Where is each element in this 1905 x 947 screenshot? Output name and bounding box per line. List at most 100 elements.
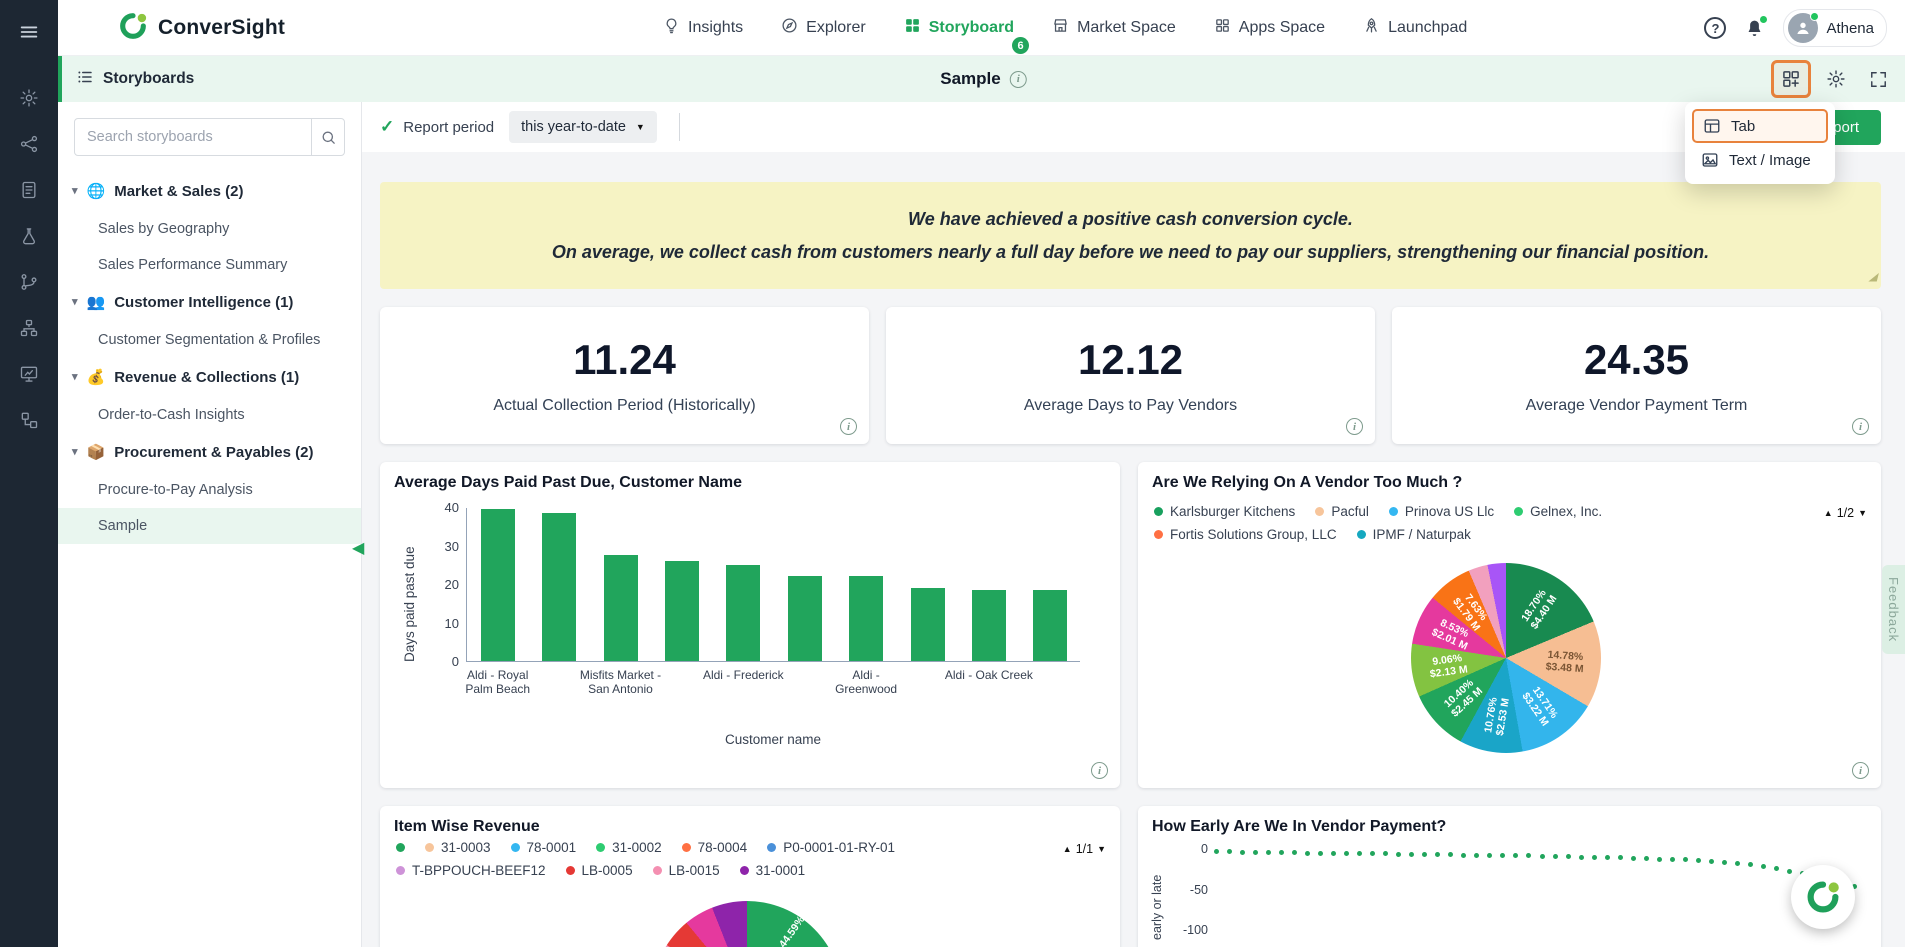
data-point xyxy=(1761,864,1766,869)
legend-color-dot xyxy=(682,843,691,852)
legend-item-t-bppouch-beef12[interactable]: T-BPPOUCH-BEEF12 xyxy=(396,863,546,878)
legend-item-fortis-solutions-group-llc[interactable]: Fortis Solutions Group, LLC xyxy=(1154,527,1337,542)
chart-title: Are We Relying On A Vendor Too Much ? xyxy=(1152,474,1462,492)
storyboard-settings-icon[interactable] xyxy=(1819,62,1853,96)
legend-item-p0-0001-01-ry-01[interactable]: P0-0001-01-RY-01 xyxy=(767,840,895,855)
info-icon[interactable]: i xyxy=(840,418,857,435)
legend-item-gelnex-inc[interactable]: Gelnex, Inc. xyxy=(1514,504,1602,519)
nav-item-insights[interactable]: Insights xyxy=(663,17,743,39)
info-icon[interactable]: i xyxy=(1852,762,1869,779)
notification-dot xyxy=(1760,16,1767,23)
group-icon: 💰 xyxy=(87,370,106,385)
kpi-value: 12.12 xyxy=(1078,336,1183,384)
help-icon[interactable]: ? xyxy=(1704,17,1726,39)
legend-item-karlsburger-kitchens[interactable]: Karlsburger Kitchens xyxy=(1154,504,1295,519)
nav-item-launchpad[interactable]: Launchpad xyxy=(1363,17,1467,39)
legend-item-lb-0015[interactable]: LB-0015 xyxy=(653,863,720,878)
nav-item-market-space[interactable]: Market Space xyxy=(1052,17,1176,39)
nav-item-label: Insights xyxy=(688,19,743,37)
info-icon[interactable]: i xyxy=(1091,762,1108,779)
sidebar-item-sample[interactable]: Sample xyxy=(58,508,361,544)
insight-banner: We have achieved a positive cash convers… xyxy=(380,182,1881,289)
athena-chat-bubble[interactable] xyxy=(1791,865,1855,929)
feedback-tab[interactable]: Feedback xyxy=(1882,565,1905,654)
pipeline-branch-icon[interactable] xyxy=(9,262,49,302)
data-point xyxy=(1214,849,1219,854)
info-icon[interactable]: i xyxy=(1852,418,1869,435)
menu-item-text-image[interactable]: Text / Image xyxy=(1692,143,1828,177)
data-point xyxy=(1735,861,1740,866)
y-axis-label: Days paid past due xyxy=(402,508,417,662)
sidebar-item-sales-performance-summary[interactable]: Sales Performance Summary xyxy=(58,247,361,283)
legend-item-78-0004[interactable]: 78-0004 xyxy=(682,840,748,855)
sitemap-icon[interactable] xyxy=(9,308,49,348)
storyboard-group-market-sales-2[interactable]: ▾🌐Market & Sales (2) xyxy=(58,172,361,211)
legend-prev-arrow[interactable]: ▲ xyxy=(1824,508,1833,518)
report-doc-icon[interactable] xyxy=(9,170,49,210)
vendor-pie-chart[interactable]: 18.70%$4.40 M14.78%$3.48 M13.71%$3.22 M1… xyxy=(1411,563,1601,753)
lab-flask-icon[interactable] xyxy=(9,216,49,256)
divider xyxy=(679,113,680,141)
legend-item-31-0002[interactable]: 31-0002 xyxy=(596,840,662,855)
bar-chart-card: Average Days Paid Past Due, Customer Nam… xyxy=(380,462,1120,788)
legend-item-lb-0005[interactable]: LB-0005 xyxy=(566,863,633,878)
legend-item-prinova-us-llc[interactable]: Prinova US Llc xyxy=(1389,504,1494,519)
notifications-bell-icon[interactable] xyxy=(1744,18,1765,39)
search-input[interactable] xyxy=(74,118,345,156)
bar xyxy=(726,565,760,661)
legend-next-arrow[interactable]: ▼ xyxy=(1858,508,1867,518)
search-icon[interactable] xyxy=(311,118,345,156)
fullscreen-expand-icon[interactable] xyxy=(1861,62,1895,96)
y-tick-label: 0 xyxy=(452,654,459,669)
scatter-plot: 0-50-100 xyxy=(1152,806,1867,947)
legend-item-ipmf-naturpak[interactable]: IPMF / Naturpak xyxy=(1357,527,1471,542)
data-point xyxy=(1526,853,1531,858)
legend-row: Fortis Solutions Group, LLC IPMF / Naturp… xyxy=(1154,527,1807,542)
legend-next-arrow[interactable]: ▼ xyxy=(1097,844,1106,854)
nav-item-explorer[interactable]: Explorer xyxy=(781,17,866,39)
hierarchy-icon[interactable] xyxy=(9,400,49,440)
conversight-logo[interactable]: ConverSight xyxy=(118,0,285,56)
legend-item-31-0001[interactable]: 31-0001 xyxy=(740,863,806,878)
storyboards-breadcrumb[interactable]: Storyboards xyxy=(76,56,194,102)
data-point xyxy=(1683,857,1688,862)
nav-item-storyboard[interactable]: Storyboard6 xyxy=(904,17,1014,39)
sidebar-item-procure-to-pay-analysis[interactable]: Procure-to-Pay Analysis xyxy=(58,472,361,508)
nav-item-apps-space[interactable]: Apps Space xyxy=(1214,17,1325,39)
legend-label: 78-0004 xyxy=(698,840,748,855)
storyboard-group-revenue-collections-1[interactable]: ▾💰Revenue & Collections (1) xyxy=(58,358,361,397)
kpi-label: Average Days to Pay Vendors xyxy=(1024,397,1237,415)
data-point xyxy=(1422,852,1427,857)
report-period-checkbox[interactable]: ✓ xyxy=(380,117,394,137)
item-pie-chart[interactable]: 44.59% xyxy=(652,901,842,947)
settings-icon[interactable] xyxy=(9,78,49,118)
legend-item-pacful[interactable]: Pacful xyxy=(1315,504,1369,519)
share-nodes-icon[interactable] xyxy=(9,124,49,164)
legend-item-78-0001[interactable]: 78-0001 xyxy=(511,840,577,855)
info-icon[interactable]: i xyxy=(1346,418,1363,435)
monitor-chart-icon[interactable] xyxy=(9,354,49,394)
resize-handle-icon[interactable]: ◢ xyxy=(1869,269,1877,287)
charts-row-1: Average Days Paid Past Due, Customer Nam… xyxy=(380,462,1881,788)
period-dropdown[interactable]: this year-to-date ▼ xyxy=(509,111,657,143)
sidebar-item-order-to-cash-insights[interactable]: Order-to-Cash Insights xyxy=(58,397,361,433)
kpi-value: 11.24 xyxy=(573,336,676,384)
sidebar-collapse-arrow[interactable]: ◀ xyxy=(352,538,364,558)
sidebar-item-customer-segmentation-profiles[interactable]: Customer Segmentation & Profiles xyxy=(58,322,361,358)
data-point xyxy=(1540,854,1545,859)
add-widget-button[interactable] xyxy=(1771,60,1811,98)
storyboard-group-procurement-payables-2[interactable]: ▾📦Procurement & Payables (2) xyxy=(58,433,361,472)
group-label: Customer Intelligence (1) xyxy=(114,294,293,311)
legend-item-31-0003[interactable]: 31-0003 xyxy=(425,840,491,855)
group-label: Procurement & Payables (2) xyxy=(114,444,313,461)
legend-item-item[interactable] xyxy=(396,843,405,852)
storyboard-search xyxy=(74,118,345,156)
user-menu[interactable]: Athena xyxy=(1783,9,1887,47)
legend-prev-arrow[interactable]: ▲ xyxy=(1063,844,1072,854)
sidebar-item-sales-by-geography[interactable]: Sales by Geography xyxy=(58,211,361,247)
storyboard-group-customer-intelligence-1[interactable]: ▾👥Customer Intelligence (1) xyxy=(58,283,361,322)
title-info-icon[interactable]: i xyxy=(1010,71,1027,88)
menu-item-tab[interactable]: Tab xyxy=(1692,109,1828,143)
user-name: Athena xyxy=(1826,20,1874,37)
hamburger-menu-icon[interactable] xyxy=(9,12,49,52)
